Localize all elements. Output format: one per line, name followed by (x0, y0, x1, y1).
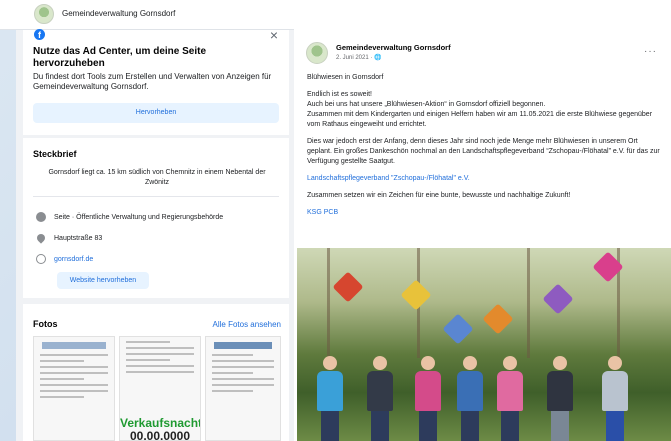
post-author[interactable]: Gemeindeverwaltung Gornsdorf (336, 43, 451, 52)
post-date[interactable]: 2. Juni 2021 · 🌐 (336, 54, 382, 61)
promote-website-button[interactable]: Website hervorheben (57, 272, 149, 289)
post-subject: Blühwiesen in Gornsdorf (307, 74, 384, 81)
post-text-line: Auch bei uns hat unsere „Blühwiesen-Akti… (307, 101, 546, 108)
sale-text: Verkaufsnacht (120, 416, 201, 430)
post-body: Blühwiesen in Gornsdorf Endlich ist es s… (307, 66, 662, 218)
promote-button[interactable]: Hervorheben (33, 103, 279, 123)
website-row: gornsdorf.de (36, 254, 93, 264)
post-paragraph: Endlich ist es soweit! Auch bei uns hat … (307, 90, 662, 130)
intro-description: Gornsdorf liegt ca. 15 km südlich von Ch… (48, 169, 266, 186)
photo-thumbnail[interactable] (33, 336, 115, 441)
sale-date-text: 00.00.0000 (129, 429, 191, 441)
post-text-line: Endlich ist es soweit! (307, 91, 372, 98)
ad-center-description: Du findest dort Tools zum Erstellen und … (33, 72, 272, 91)
photo-thumbnail[interactable] (205, 336, 281, 441)
page-canvas: f × Nutze das Ad Center, um deine Seite … (16, 8, 671, 441)
address-text[interactable]: Hauptstraße 83 (54, 235, 102, 242)
category-row: Seite · Öffentliche Verwaltung und Regie… (36, 212, 223, 222)
see-all-photos-link[interactable]: Alle Fotos ansehen (213, 320, 282, 329)
post-closing: Zusammen setzen wir ein Zeichen für eine… (307, 192, 571, 199)
photos-card: Fotos Alle Fotos ansehen Verkaufsnacht 0… (23, 304, 289, 441)
page-avatar[interactable] (34, 4, 54, 24)
address-row: Hauptstraße 83 (35, 232, 102, 244)
post-text-line: Zusammen mit dem Kindergarten und einige… (307, 111, 653, 128)
post-card: Gemeindeverwaltung Gornsdorf 2. Juni 202… (294, 8, 671, 441)
close-icon[interactable]: × (270, 28, 278, 42)
page-name[interactable]: Gemeindeverwaltung Gornsdorf (62, 9, 175, 18)
globe-icon (36, 254, 46, 264)
post-photo[interactable] (297, 248, 671, 441)
intro-heading: Steckbrief (33, 149, 77, 159)
intro-card: Steckbrief Gornsdorf liegt ca. 15 km süd… (23, 138, 289, 298)
post-link[interactable]: Landschaftspflegeverband "Zschopau-/Flöh… (307, 174, 662, 184)
photo-thumbnail[interactable]: Verkaufsnacht 00.00.0000 (119, 336, 201, 441)
more-options-icon[interactable]: ··· (644, 46, 657, 57)
ad-center-title: Nutze das Ad Center, um deine Seite herv… (33, 46, 207, 69)
divider (33, 196, 279, 197)
post-tag[interactable]: KSG PCB (307, 208, 662, 218)
post-paragraph: Dies war jedoch erst der Anfang, denn di… (307, 138, 660, 165)
ad-center-card: f × Nutze das Ad Center, um deine Seite … (23, 28, 289, 135)
facebook-icon: f (34, 29, 45, 40)
category-text: Seite · Öffentliche Verwaltung und Regie… (54, 213, 224, 221)
post-author-avatar[interactable] (306, 42, 328, 64)
photos-heading: Fotos (33, 319, 58, 329)
location-pin-icon (35, 232, 47, 244)
website-link[interactable]: gornsdorf.de (54, 256, 93, 263)
info-icon (36, 212, 46, 222)
